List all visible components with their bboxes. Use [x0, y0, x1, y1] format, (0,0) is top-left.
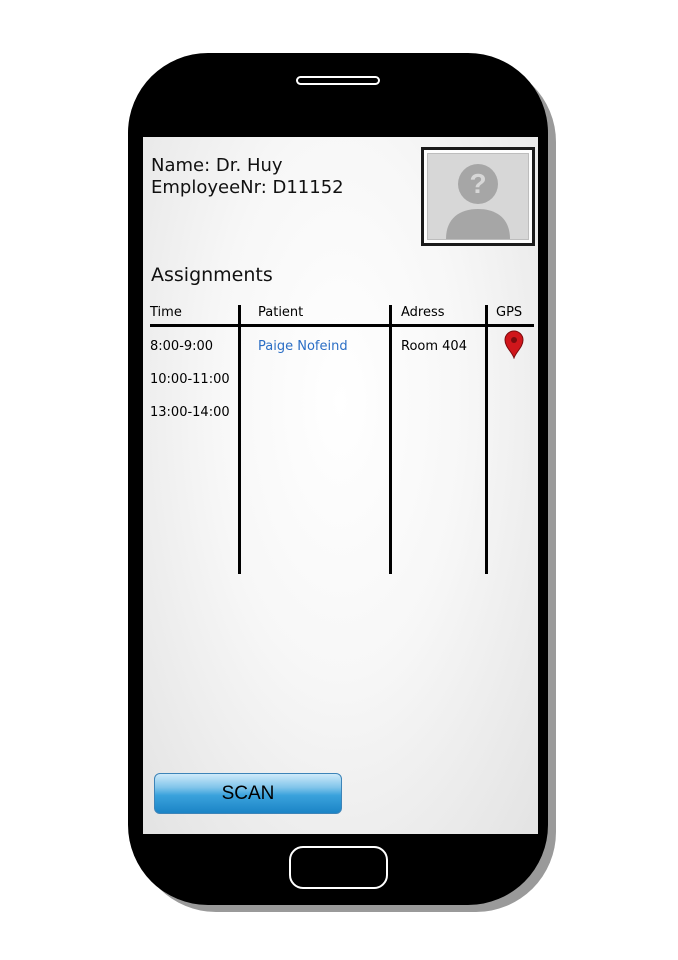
- column-header-gps: GPS: [496, 305, 523, 320]
- column-divider: [389, 305, 392, 574]
- column-header-address: Adress: [401, 305, 445, 320]
- row-time: 8:00-9:00: [150, 339, 214, 354]
- employee-number: EmployeeNr: D11152: [151, 177, 344, 198]
- svg-text:?: ?: [469, 168, 486, 199]
- row-time: 13:00-14:00: [150, 405, 230, 420]
- column-divider: [238, 305, 241, 574]
- column-header-time: Time: [150, 305, 182, 320]
- map-pin-icon[interactable]: [502, 329, 526, 359]
- app-screen: Name: Dr. Huy EmployeeNr: D11152 ? Assig…: [143, 137, 538, 834]
- scan-button[interactable]: SCAN: [154, 773, 342, 814]
- unknown-user-icon: ?: [446, 164, 510, 239]
- employee-info: Name: Dr. Huy EmployeeNr: D11152: [151, 155, 344, 199]
- assignments-title: Assignments: [151, 264, 273, 286]
- speaker-grille: [296, 76, 380, 85]
- avatar-placeholder: ?: [427, 153, 529, 240]
- employee-name: Name: Dr. Huy: [151, 155, 283, 176]
- column-divider: [485, 305, 488, 574]
- column-header-patient: Patient: [258, 305, 304, 320]
- row-address: Room 404: [401, 339, 467, 354]
- home-button[interactable]: [289, 846, 388, 889]
- patient-link[interactable]: Paige Nofeind: [258, 339, 348, 354]
- table-header-divider: [150, 324, 534, 327]
- avatar: ?: [421, 147, 535, 246]
- row-time: 10:00-11:00: [150, 372, 230, 387]
